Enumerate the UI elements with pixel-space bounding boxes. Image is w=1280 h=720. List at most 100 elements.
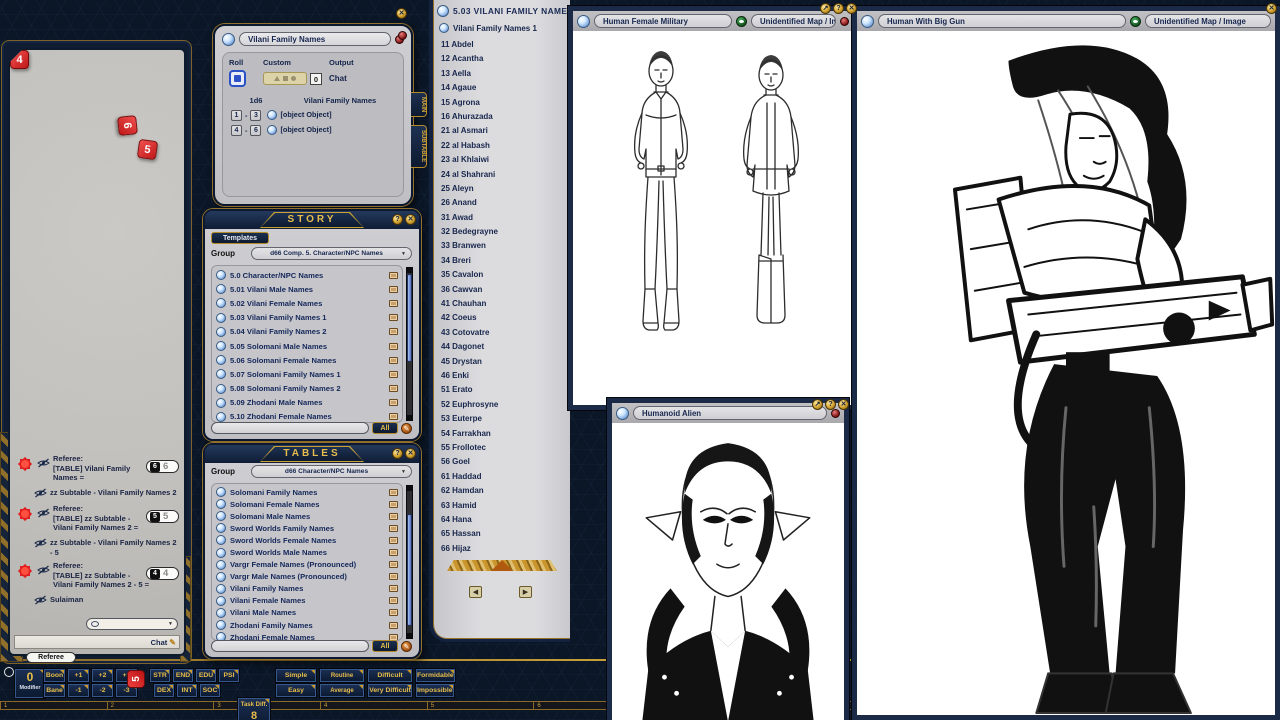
tables-list-item[interactable]: Sword Worlds Male Names (212, 546, 402, 558)
link-icon[interactable] (389, 501, 398, 508)
d6-die-button[interactable]: 5 (127, 670, 145, 688)
stat-button[interactable]: END (173, 669, 193, 682)
table-name-field[interactable] (239, 32, 391, 46)
help-icon[interactable]: ? (833, 3, 844, 14)
link-icon[interactable] (389, 413, 398, 420)
link-icon[interactable] (389, 489, 398, 496)
stat-button[interactable]: SOC (200, 684, 220, 697)
story-entry-label[interactable]: 5.05 Solomani Male Names (230, 342, 385, 351)
story-entry-label[interactable]: 5.01 Vilani Male Names (230, 285, 385, 294)
lock-icon[interactable] (840, 17, 849, 26)
tables-list-item[interactable]: Vilani Male Names (212, 607, 402, 619)
range-high-field[interactable]: 6 (250, 125, 261, 136)
difficulty-button[interactable]: Formidable (416, 669, 455, 682)
table-entry-label[interactable]: Solomani Family Names (230, 488, 385, 497)
chat-mode-dropdown[interactable]: ▼ (86, 618, 178, 630)
hotkey-slot[interactable]: 5 (427, 702, 534, 709)
pop-out-icon[interactable]: ↗ (812, 399, 823, 410)
modifier-button[interactable]: -1 (68, 684, 89, 697)
difficulty-button[interactable]: Routine (320, 669, 364, 682)
tables-list-item[interactable]: Vargr Male Names (Pronounced) (212, 571, 402, 583)
close-icon[interactable]: ✕ (838, 399, 849, 410)
story-list-item[interactable]: 5.05 Solomani Male Names (212, 339, 402, 353)
table-entry-label[interactable]: Sword Worlds Male Names (230, 548, 385, 557)
subtable-link[interactable]: [object Object] (280, 110, 331, 119)
link-icon[interactable] (389, 385, 398, 392)
image-title-field[interactable]: Human With Big Gun (878, 14, 1126, 28)
templates-button[interactable]: Templates (211, 232, 269, 244)
story-list-item[interactable]: 5.07 Solomani Family Names 1 (212, 367, 402, 381)
story-entry-label[interactable]: 5.08 Solomani Family Names 2 (230, 384, 385, 393)
range-low-field[interactable]: 1 (231, 110, 242, 121)
hotkey-slot[interactable]: 4 (320, 702, 427, 709)
story-entry-label[interactable]: 5.03 Vilani Family Names 1 (230, 313, 385, 322)
all-filter-button[interactable]: All (372, 422, 398, 434)
table-entry-label[interactable]: Solomani Male Names (230, 512, 385, 521)
link-icon[interactable] (389, 573, 398, 580)
stat-button[interactable]: DEX (154, 684, 174, 697)
link-icon[interactable] (389, 597, 398, 604)
task-difficulty-stack[interactable]: Task Diff. 8 (238, 698, 270, 720)
modifier-button[interactable]: +2 (92, 669, 113, 682)
link-icon[interactable] (389, 537, 398, 544)
image-canvas-biggun[interactable] (857, 31, 1275, 715)
group-dropdown[interactable]: d66 Character/NPC Names ▼ (251, 465, 412, 478)
stat-button[interactable]: EDU (196, 669, 216, 682)
story-list-item[interactable]: 5.09 Zhodani Male Names (212, 396, 402, 410)
link-icon[interactable] (389, 343, 398, 350)
table-link-row[interactable]: Vilani Family Names 1 (433, 19, 570, 35)
identified-name-field[interactable]: Unidentified Map / Image (1145, 14, 1271, 28)
difficulty-button[interactable]: Average (320, 684, 364, 697)
story-list-item[interactable]: 5.02 Vilani Female Names (212, 296, 402, 310)
story-list-item[interactable]: 5.08 Solomani Family Names 2 (212, 382, 402, 396)
story-entry-label[interactable]: 5.09 Zhodani Male Names (230, 398, 385, 407)
close-icon[interactable]: ✕ (405, 214, 416, 225)
all-filter-button[interactable]: All (372, 640, 398, 652)
range-low-field[interactable]: 4 (231, 125, 242, 136)
help-icon[interactable]: ? (825, 399, 836, 410)
close-icon[interactable]: ✕ (405, 448, 416, 459)
link-icon[interactable] (389, 622, 398, 629)
stat-button[interactable]: STR (150, 669, 170, 682)
story-entry-label[interactable]: 5.04 Vilani Family Names 2 (230, 327, 385, 336)
link-icon[interactable] (389, 561, 398, 568)
red-die[interactable]: 6 (117, 115, 138, 136)
scrollbar-thumb[interactable] (407, 274, 412, 362)
modifier-button[interactable]: +1 (68, 669, 89, 682)
pop-out-icon[interactable]: ↗ (820, 3, 831, 14)
scrollbar-thumb[interactable] (407, 514, 412, 626)
tables-list-item[interactable]: Vilani Family Names (212, 583, 402, 595)
link-icon[interactable] (389, 513, 398, 520)
table-entry-label[interactable]: Solomani Female Names (230, 500, 385, 509)
story-entry-label[interactable]: 5.0 Character/NPC Names (230, 271, 385, 280)
image-title-field[interactable]: Humanoid Alien (633, 406, 827, 420)
difficulty-button[interactable]: Difficult (368, 669, 412, 682)
link-icon[interactable] (389, 357, 398, 364)
stat-button[interactable]: INT (177, 684, 197, 697)
difficulty-button[interactable]: Simple (276, 669, 316, 682)
link-icon[interactable] (389, 399, 398, 406)
output-target-cycler[interactable]: Chat (329, 74, 347, 83)
unidentified-eye-icon[interactable] (736, 16, 747, 27)
link-icon[interactable] (389, 314, 398, 321)
difficulty-button[interactable]: Very Difficult (368, 684, 412, 697)
image-canvas-female[interactable] (573, 31, 853, 405)
range-high-field[interactable]: 3 (250, 110, 261, 121)
close-icon[interactable]: ✕ (396, 8, 407, 19)
side-tab[interactable]: SUBTABLE (411, 125, 427, 167)
group-dropdown[interactable]: d66 Comp. 5. Character/NPC Names ▼ (251, 247, 412, 260)
hotkey-slot[interactable]: 1 (0, 702, 107, 709)
lock-icon[interactable] (398, 31, 407, 40)
difficulty-button[interactable]: Easy (276, 684, 316, 697)
tables-scrollbar[interactable] (406, 485, 413, 639)
link-icon[interactable] (389, 525, 398, 532)
tables-list-item[interactable]: Sword Worlds Female Names (212, 534, 402, 546)
table-entry-label[interactable]: Vargr Female Names (Pronounced) (230, 560, 385, 569)
story-entry-label[interactable]: 5.06 Solomani Female Names (230, 356, 385, 365)
tables-list-item[interactable]: Solomani Family Names (212, 486, 402, 498)
story-entry-label[interactable]: 5.10 Zhodani Female Names (230, 412, 385, 421)
table-row[interactable]: 1 - 3 [object Object] (229, 108, 397, 123)
next-page-icon[interactable]: ▶ (519, 586, 532, 598)
filter-input[interactable] (211, 422, 369, 434)
subtable-link[interactable]: [object Object] (280, 125, 331, 134)
